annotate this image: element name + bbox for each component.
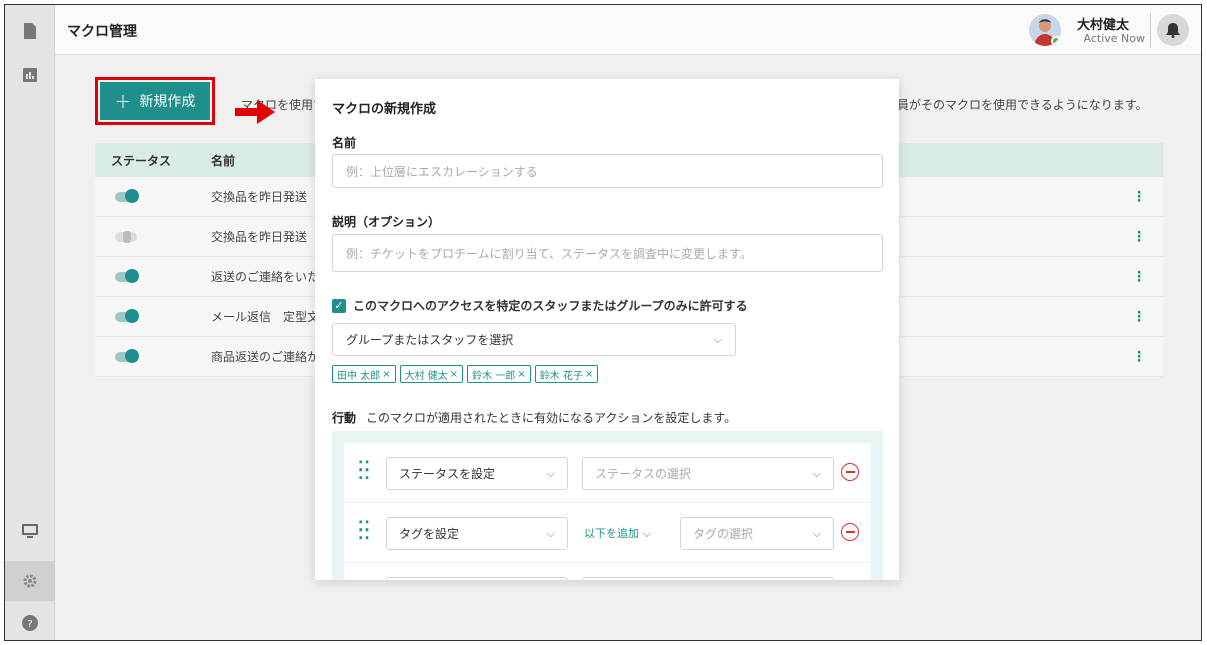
left-rail: ? xyxy=(5,5,55,640)
drag-handle-icon[interactable]: ⁚⁚ ⁚⁚ xyxy=(358,520,371,542)
new-button-label: 新規作成 xyxy=(139,94,196,110)
status-toggle[interactable] xyxy=(115,188,139,203)
chevron-down-icon: ⌵ xyxy=(546,526,555,540)
hint-text-right: 員がそのマクロを使用できるようになります。 xyxy=(897,98,1148,112)
access-restriction-row[interactable]: ✓ このマクロへのアクセスを特定のスタッフまたはグループのみに許可する xyxy=(332,297,748,314)
action-section-header: 行動 このマクロが適用されたときに有効になるアクションを設定します。 xyxy=(332,409,736,426)
chevron-down-icon: ⌵ xyxy=(546,466,555,480)
action-row: ⁚⁚ ⁚⁚ タグを設定 ⌵ 以下を追加 ⌵ タグの選択 ⌵ xyxy=(344,503,871,563)
action-description: このマクロが適用されたときに有効になるアクションを設定します。 xyxy=(366,411,737,425)
chevron-down-icon: ⌵ xyxy=(812,466,821,480)
monitor-icon[interactable] xyxy=(20,521,40,541)
online-indicator xyxy=(1051,36,1061,46)
drag-handle-icon[interactable]: ⁚⁚ ⁚⁚ xyxy=(358,460,371,482)
more-menu-icon[interactable]: ⋮ xyxy=(1115,189,1163,205)
help-icon[interactable]: ? xyxy=(20,613,40,633)
selected-staff-tags: 田中 太郎 × 大村 健太 × 鈴木 一郎 × 鈴木 花子 × xyxy=(332,365,599,383)
staff-tag[interactable]: 鈴木 花子 × xyxy=(534,365,599,383)
action-value-select[interactable] xyxy=(582,577,834,580)
top-header: マクロ管理 大村健太 Active Now xyxy=(55,5,1201,55)
actions-list: ⁚⁚ ⁚⁚ ステータスを設定 ⌵ ステータスの選択 ⌵ ⁚⁚ ⁚⁚ タグを設定 ⌵ 以下を… xyxy=(332,431,883,580)
action-row: ⁚⁚ ⁚⁚ ステータスを設定 ⌵ ステータスの選択 ⌵ xyxy=(344,443,871,503)
chevron-down-icon: ⌵ xyxy=(713,332,722,346)
name-label: 名前 xyxy=(332,136,357,150)
modal-title: マクロの新規作成 xyxy=(332,102,437,117)
chart-icon[interactable] xyxy=(20,65,40,85)
description-field[interactable]: 例：チケットをプロチームに割り当て、ステータスを調査中に変更します。 xyxy=(332,234,883,272)
access-checkbox-label: このマクロへのアクセスを特定のスタッフまたはグループのみに許可する xyxy=(353,299,748,313)
new-macro-button[interactable]: + 新規作成 xyxy=(100,82,210,120)
page-title: マクロ管理 xyxy=(67,24,137,40)
action-type-select[interactable]: タグを設定 ⌵ xyxy=(386,517,568,550)
tag-value-select[interactable]: タグの選択 ⌵ xyxy=(680,517,834,550)
status-toggle[interactable] xyxy=(115,268,139,283)
svg-text:?: ? xyxy=(27,619,32,630)
name-field[interactable]: 例：上位層にエスカレーションする xyxy=(332,154,883,188)
group-select-value: グループまたはスタッフを選択 xyxy=(346,333,514,347)
more-menu-icon[interactable]: ⋮ xyxy=(1115,229,1163,245)
staff-tag[interactable]: 鈴木 一郎 × xyxy=(467,365,531,383)
access-checkbox[interactable]: ✓ xyxy=(332,298,346,313)
group-staff-select[interactable]: グループまたはスタッフを選択 ⌵ xyxy=(332,323,736,356)
close-icon[interactable]: × xyxy=(585,369,593,380)
gear-icon[interactable] xyxy=(20,571,40,591)
chevron-down-icon: ⌵ xyxy=(812,526,821,540)
remove-action-icon[interactable] xyxy=(841,523,859,541)
action-type-select[interactable]: ステータスを設定 ⌵ xyxy=(386,457,568,490)
tag-mode-dropdown[interactable]: 以下を追加 ⌵ xyxy=(584,525,651,541)
new-button-highlight: + 新規作成 xyxy=(95,77,215,125)
staff-tag[interactable]: 大村 健太 × xyxy=(399,365,464,383)
column-header-status: ステータス xyxy=(111,153,172,168)
close-icon[interactable]: × xyxy=(450,369,458,380)
close-icon[interactable]: × xyxy=(517,369,525,380)
status-value-select[interactable]: ステータスの選択 ⌵ xyxy=(582,457,834,490)
status-toggle[interactable] xyxy=(115,308,139,323)
action-row-partial xyxy=(344,563,871,580)
red-arrow-icon xyxy=(235,100,275,124)
status-toggle[interactable] xyxy=(115,348,139,363)
document-icon[interactable] xyxy=(20,21,40,41)
remove-action-icon[interactable] xyxy=(841,463,859,481)
more-menu-icon[interactable]: ⋮ xyxy=(1115,269,1163,285)
avatar[interactable] xyxy=(1029,14,1061,46)
new-macro-modal: マクロの新規作成 名前 例：上位層にエスカレーションする 説明（オプション） 例… xyxy=(315,79,899,580)
user-name: 大村健太 xyxy=(1076,18,1129,33)
action-title: 行動 xyxy=(332,411,357,425)
close-icon[interactable]: × xyxy=(382,369,390,380)
user-status: Active Now xyxy=(1083,32,1145,45)
description-label: 説明（オプション） xyxy=(332,215,441,229)
more-menu-icon[interactable]: ⋮ xyxy=(1115,349,1163,365)
more-menu-icon[interactable]: ⋮ xyxy=(1115,309,1163,325)
app-window: ? マクロ管理 大村健太 Active Now + 新規作成 マクロを使用す 員… xyxy=(4,4,1202,641)
status-toggle[interactable] xyxy=(115,230,137,243)
bell-icon[interactable] xyxy=(1157,14,1189,46)
header-divider xyxy=(1150,13,1151,47)
plus-icon: + xyxy=(114,89,132,113)
action-type-select[interactable] xyxy=(386,577,568,580)
staff-tag[interactable]: 田中 太郎 × xyxy=(332,365,396,383)
